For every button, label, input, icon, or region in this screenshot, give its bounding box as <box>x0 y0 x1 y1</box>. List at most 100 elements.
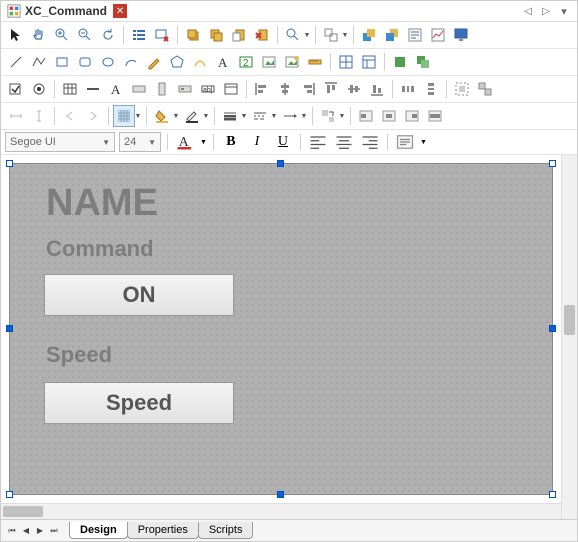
next-tab-icon[interactable]: ▷ <box>539 4 553 18</box>
swap-size-icon[interactable] <box>317 105 339 127</box>
name-label[interactable]: NAME <box>46 182 158 225</box>
zoom-dropdown-icon[interactable] <box>282 24 304 46</box>
checkbox-tool-icon[interactable] <box>5 78 27 100</box>
layout-panel-icon[interactable] <box>358 51 380 73</box>
on-button[interactable]: ON <box>44 274 234 316</box>
curve-tool-icon[interactable] <box>189 51 211 73</box>
selection-handle[interactable] <box>6 491 13 498</box>
tab-design[interactable]: Design <box>69 522 128 539</box>
ruler-tool-icon[interactable] <box>304 51 326 73</box>
font-size-combo[interactable]: 24▼ <box>119 132 161 152</box>
frame-icon[interactable] <box>220 78 242 100</box>
tab-first-icon[interactable]: ⏮ <box>5 524 19 538</box>
font-name-combo[interactable]: Segoe UI▼ <box>5 132 115 152</box>
pencil-tool-icon[interactable] <box>143 51 165 73</box>
static-text-icon[interactable]: A <box>105 78 127 100</box>
send-back-icon[interactable] <box>381 24 403 46</box>
tab-next-icon[interactable]: ▶ <box>33 524 47 538</box>
text-align-left-icon[interactable] <box>307 132 329 152</box>
polyline-tool-icon[interactable] <box>28 51 50 73</box>
pointer-tool-icon[interactable] <box>5 24 27 46</box>
selection-handle[interactable] <box>6 160 13 167</box>
paste-icon[interactable] <box>228 24 250 46</box>
selection-handle[interactable] <box>549 491 556 498</box>
zoom-in-icon[interactable] <box>51 24 73 46</box>
hline-icon[interactable] <box>82 78 104 100</box>
close-button[interactable]: ✕ <box>113 4 127 18</box>
button-v-icon[interactable] <box>151 78 173 100</box>
space-h-icon[interactable] <box>5 105 27 127</box>
grid-toggle-icon[interactable] <box>113 105 135 127</box>
align-top-icon[interactable] <box>320 78 342 100</box>
distribute-v-icon[interactable] <box>420 78 442 100</box>
align-cell-r-icon[interactable] <box>401 105 423 127</box>
vertical-scrollbar[interactable] <box>561 155 577 519</box>
horizontal-scrollbar[interactable] <box>1 503 561 519</box>
radio-tool-icon[interactable] <box>28 78 50 100</box>
picture-button-icon[interactable] <box>174 78 196 100</box>
selection-handle[interactable] <box>549 325 556 332</box>
italic-button[interactable]: I <box>246 132 268 152</box>
list-icon[interactable] <box>128 24 150 46</box>
prev-tab-icon[interactable]: ◁ <box>521 4 535 18</box>
arrow-left-icon[interactable] <box>59 105 81 127</box>
number-tool-icon[interactable]: 2 <box>235 51 257 73</box>
line-style-icon[interactable] <box>219 105 241 127</box>
bold-button[interactable]: B <box>220 132 242 152</box>
chart-icon[interactable] <box>427 24 449 46</box>
selection-handle[interactable] <box>277 160 284 167</box>
align-cell-c-icon[interactable] <box>378 105 400 127</box>
text-align-right-icon[interactable] <box>359 132 381 152</box>
button-h-icon[interactable] <box>128 78 150 100</box>
align-bottom-icon[interactable] <box>366 78 388 100</box>
speed-button[interactable]: Speed <box>44 382 234 424</box>
green-overlap-icon[interactable] <box>412 51 434 73</box>
refresh-icon[interactable] <box>97 24 119 46</box>
selection-handle[interactable] <box>277 491 284 498</box>
pan-tool-icon[interactable] <box>28 24 50 46</box>
clear-icon[interactable] <box>151 24 173 46</box>
text-align-center-icon[interactable] <box>333 132 355 152</box>
ellipse-tool-icon[interactable] <box>97 51 119 73</box>
tab-menu-icon[interactable]: ▾ <box>557 4 571 18</box>
arc-tool-icon[interactable] <box>120 51 142 73</box>
group-icon[interactable] <box>320 24 342 46</box>
bring-front-icon[interactable] <box>358 24 380 46</box>
selection-handle[interactable] <box>549 160 556 167</box>
align-left-icon[interactable] <box>251 78 273 100</box>
selection-handle[interactable] <box>6 325 13 332</box>
design-surface[interactable]: NAME Command ON Speed Speed <box>9 163 553 495</box>
link-image-icon[interactable] <box>281 51 303 73</box>
dash-style-icon[interactable] <box>249 105 271 127</box>
delete-icon[interactable] <box>251 24 273 46</box>
underline-button[interactable]: U <box>272 132 294 152</box>
fill-color-icon[interactable] <box>151 105 173 127</box>
ungroup-select-icon[interactable] <box>474 78 496 100</box>
preview-icon[interactable] <box>450 24 472 46</box>
align-cell-l-icon[interactable] <box>355 105 377 127</box>
tab-last-icon[interactable]: ⏭ <box>47 524 61 538</box>
command-label[interactable]: Command <box>46 236 154 262</box>
align-middle-icon[interactable] <box>343 78 365 100</box>
tab-scripts[interactable]: Scripts <box>198 522 254 539</box>
text-block-icon[interactable] <box>394 132 416 152</box>
space-v-icon[interactable] <box>28 105 50 127</box>
distribute-h-icon[interactable] <box>397 78 419 100</box>
grid-panel-icon[interactable] <box>335 51 357 73</box>
group-select-icon[interactable] <box>451 78 473 100</box>
green-square-icon[interactable] <box>389 51 411 73</box>
tab-prev-icon[interactable]: ◀ <box>19 524 33 538</box>
line-color-icon[interactable] <box>181 105 203 127</box>
cut-icon[interactable] <box>182 24 204 46</box>
align-cell-j-icon[interactable] <box>424 105 446 127</box>
copy-icon[interactable] <box>205 24 227 46</box>
image-tool-icon[interactable] <box>258 51 280 73</box>
rect-tool-icon[interactable] <box>51 51 73 73</box>
tab-properties[interactable]: Properties <box>127 522 199 539</box>
text-tool-icon[interactable]: A <box>212 51 234 73</box>
zoom-out-icon[interactable] <box>74 24 96 46</box>
polygon-tool-icon[interactable] <box>166 51 188 73</box>
editor-icon[interactable] <box>404 24 426 46</box>
align-right-icon[interactable] <box>297 78 319 100</box>
speed-label[interactable]: Speed <box>46 342 112 368</box>
